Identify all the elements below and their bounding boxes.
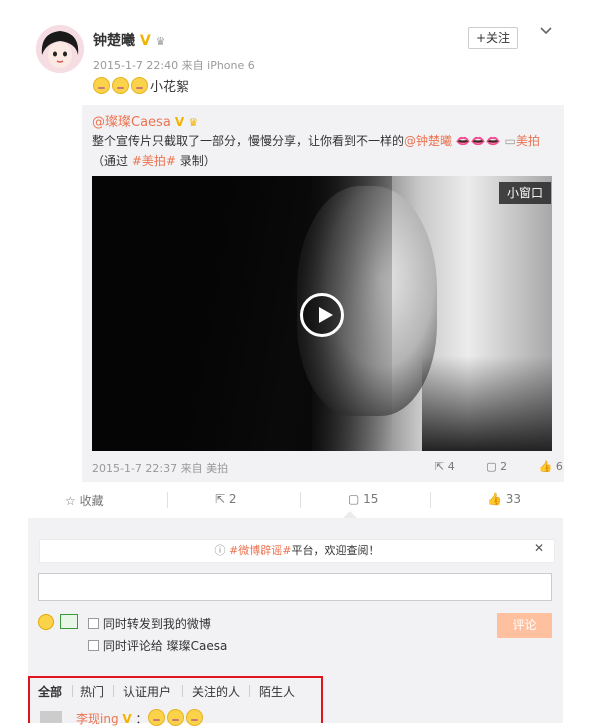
verified-badge: V: [139, 33, 151, 49]
divider: [113, 685, 114, 697]
follow-button[interactable]: +关注: [468, 27, 518, 49]
member-icon: ♛: [188, 116, 199, 129]
repost-like[interactable]: 👍 6: [539, 460, 577, 473]
commenter-avatar[interactable]: [40, 711, 62, 723]
repost-checkbox[interactable]: [88, 618, 99, 629]
repost-button[interactable]: ⇱ 2: [215, 492, 237, 506]
like-button[interactable]: 👍 33: [487, 492, 521, 506]
filter-tab-strangers[interactable]: 陌生人: [259, 683, 295, 700]
submit-label: 评论: [512, 618, 537, 632]
like-count: 33: [505, 492, 522, 506]
post-time[interactable]: 2015-1-7 22:40: [93, 59, 178, 72]
emoji-icon: [166, 709, 184, 726]
author-name[interactable]: 钟楚曦: [93, 33, 135, 49]
comment-emojis: ：: [136, 709, 205, 726]
divider: [430, 492, 431, 508]
divider: [249, 685, 250, 697]
emoji-icon: [93, 77, 110, 94]
repost-text: 整个宣传片只截取了一部分，慢慢分享，让你看到不一样的@钟楚曦 👄👄👄 ▭美拍 （…: [92, 131, 557, 171]
video-link-icon: ▭: [504, 134, 516, 148]
repost-share[interactable]: ⇱ 4: [435, 460, 469, 473]
submit-comment-button[interactable]: 评论: [497, 613, 552, 638]
post-source: 来自 iPhone 6: [181, 59, 255, 72]
meipai-link[interactable]: 美拍: [516, 134, 540, 148]
rumor-notice[interactable]: ⓘ #微博辟谣#平台，欢迎查阅！: [39, 539, 555, 563]
comment-button[interactable]: ▢ 15: [348, 492, 378, 506]
repost-text-line2-prefix: （通过: [92, 154, 132, 168]
option-repost-label: 同时转发到我的微博: [102, 617, 211, 631]
repost-author[interactable]: @璨璨Caesa V ♛: [92, 111, 198, 130]
author-avatar[interactable]: [36, 25, 84, 73]
verified-badge: V: [174, 115, 185, 129]
notice-text: 平台，欢迎查阅！: [291, 544, 380, 557]
post-meta: 2015-1-7 22:40 来自 iPhone 6: [93, 57, 255, 73]
comment-count: 15: [363, 492, 379, 506]
hashtag-link[interactable]: #美拍#: [132, 154, 176, 168]
video-frame-shadow-bottom: [422, 356, 552, 451]
comment-checkbox[interactable]: [88, 640, 99, 651]
option-repost[interactable]: 同时转发到我的微博: [88, 615, 211, 632]
notice-hashtag[interactable]: #微博辟谣#: [229, 544, 291, 557]
repost-like-count: 6: [555, 460, 563, 473]
close-icon[interactable]: ✕: [534, 541, 544, 555]
lips-emoji-icon: 👄👄👄: [455, 134, 501, 148]
repost-comment-count: 2: [500, 460, 508, 473]
repost-author-name[interactable]: @璨璨Caesa: [92, 115, 171, 130]
post-text: 小花絮: [93, 76, 189, 95]
comment-pointer: [343, 511, 357, 518]
divider: [167, 492, 168, 508]
favorite-button[interactable]: ☆ 收藏: [65, 492, 104, 509]
filter-tab-all[interactable]: 全部: [38, 683, 62, 700]
image-upload-icon[interactable]: [60, 614, 78, 629]
member-icon: ♛: [155, 35, 166, 48]
verified-badge: V: [122, 712, 132, 726]
filter-tab-hot[interactable]: 热门: [80, 683, 104, 700]
filter-tab-verified[interactable]: 认证用户: [123, 683, 171, 700]
repost-share-count: 4: [447, 460, 455, 473]
comment-input[interactable]: [38, 573, 552, 601]
video-frame-shadow: [92, 176, 392, 451]
chevron-down-icon[interactable]: [538, 22, 554, 38]
option-comment-label: 同时评论给 璨璨Caesa: [102, 639, 228, 653]
emoji-picker-icon[interactable]: [38, 614, 54, 630]
info-icon: ⓘ: [214, 544, 226, 557]
emoji-icon: [147, 709, 165, 726]
repost-text-line1: 整个宣传片只截取了一部分，慢慢分享，让你看到不一样的: [92, 134, 405, 148]
divider: [72, 685, 73, 697]
post-author[interactable]: 钟楚曦 V ♛: [93, 30, 165, 50]
favorite-label: 收藏: [79, 494, 104, 508]
pip-button[interactable]: 小窗口: [499, 182, 551, 204]
repost-text-line2-suffix: 录制）: [175, 154, 216, 168]
option-comment[interactable]: 同时评论给 璨璨Caesa: [88, 637, 227, 654]
comment-item: 李现ing V ：: [76, 709, 205, 727]
mention-link[interactable]: @钟楚曦: [404, 134, 452, 148]
pip-label: 小窗口: [506, 186, 543, 200]
repost-count: 2: [228, 492, 237, 506]
repost-comment[interactable]: ▢ 2: [486, 460, 521, 473]
emoji-icon: [112, 77, 129, 94]
repost-meta[interactable]: 2015-1-7 22:37 来自 美拍: [92, 460, 228, 476]
repost-stats: ⇱ 4 ▢ 2 👍 6: [435, 460, 591, 473]
play-icon[interactable]: [300, 293, 344, 337]
divider: [300, 492, 301, 508]
emoji-icon: [185, 709, 203, 726]
action-bar: ☆ 收藏 ⇱ 2 ▢ 15 👍 33: [35, 482, 563, 518]
emoji-icon: [131, 77, 148, 94]
divider: [182, 685, 183, 697]
follow-label: +关注: [475, 31, 511, 45]
post-text-content: 小花絮: [150, 80, 190, 95]
filter-tab-following[interactable]: 关注的人: [192, 683, 240, 700]
commenter-name[interactable]: 李现ing: [76, 712, 119, 726]
